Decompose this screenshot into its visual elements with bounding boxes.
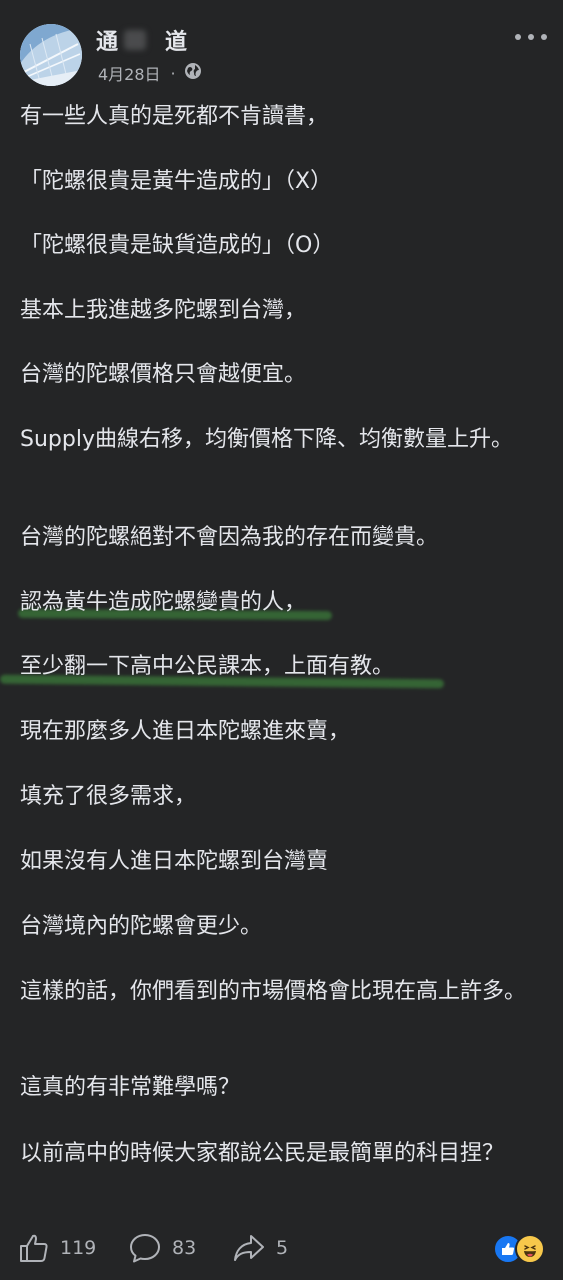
post-actions-bar: 119 83 5: [0, 1222, 563, 1276]
post-meta: 4月28日 ·: [98, 61, 202, 85]
meta-separator: ·: [170, 63, 176, 83]
post-date[interactable]: 4月28日: [98, 61, 161, 85]
post-paragraph: 「陀螺很貴是黃牛造成的」（X）: [20, 169, 333, 194]
comment-button[interactable]: 83: [128, 1232, 196, 1264]
post-paragraph: 這真的有非常難學嗎？: [20, 1075, 241, 1100]
post-paragraph: 現在那麼多人進日本陀螺進來賣，: [20, 719, 351, 744]
post-paragraph: 台灣的陀螺絕對不會因為我的存在而變貴。: [20, 525, 439, 550]
more-options-button[interactable]: [515, 28, 547, 46]
post-header: 通 道 4月28日 ·: [0, 0, 563, 96]
haha-icon: [515, 1234, 545, 1264]
post-paragraph-highlighted: 認為黃牛造成陀螺變貴的人，: [20, 590, 307, 615]
post-paragraph: Supply曲線右移，均衡價格下降、均衡數量上升。: [20, 427, 513, 452]
reaction-summary[interactable]: [493, 1234, 547, 1264]
more-dot-icon: [515, 34, 521, 40]
share-button[interactable]: 5: [232, 1232, 288, 1264]
redacted-name-blur: [124, 30, 146, 50]
post-paragraph: 台灣境內的陀螺會更少。: [20, 914, 263, 939]
more-dot-icon: [541, 34, 547, 40]
post-paragraph: 填充了很多需求，: [20, 784, 197, 809]
globe-icon: [184, 62, 202, 84]
more-dot-icon: [528, 34, 534, 40]
thumbs-up-icon: [20, 1234, 48, 1262]
post-paragraph-highlighted: 至少翻一下高中公民課本，上面有教。: [20, 654, 395, 679]
comment-icon: [130, 1234, 160, 1263]
avatar-image: [20, 24, 82, 86]
like-button[interactable]: 119: [18, 1232, 96, 1264]
page-avatar[interactable]: [20, 24, 82, 86]
share-arrow-icon: [234, 1235, 264, 1261]
share-count: 5: [276, 1237, 289, 1259]
post-paragraph: 這樣的話，你們看到的市場價格會比現在高上許多。: [20, 979, 527, 1004]
post-paragraph: 基本上我進越多陀螺到台灣，: [20, 298, 307, 323]
like-count: 119: [60, 1237, 97, 1259]
post-paragraph: 台灣的陀螺價格只會越便宜。: [20, 362, 307, 387]
comment-count: 83: [172, 1237, 197, 1259]
post-paragraph: 以前高中的時候大家都說公民是最簡單的科目捏？: [20, 1141, 505, 1166]
post-paragraph: 如果沒有人進日本陀螺到台灣賣: [20, 849, 329, 874]
post-paragraph: 「陀螺很貴是缺貨造成的」（O）: [20, 233, 335, 258]
post-paragraph: 有一些人真的是死都不肯讀書，: [20, 104, 329, 129]
